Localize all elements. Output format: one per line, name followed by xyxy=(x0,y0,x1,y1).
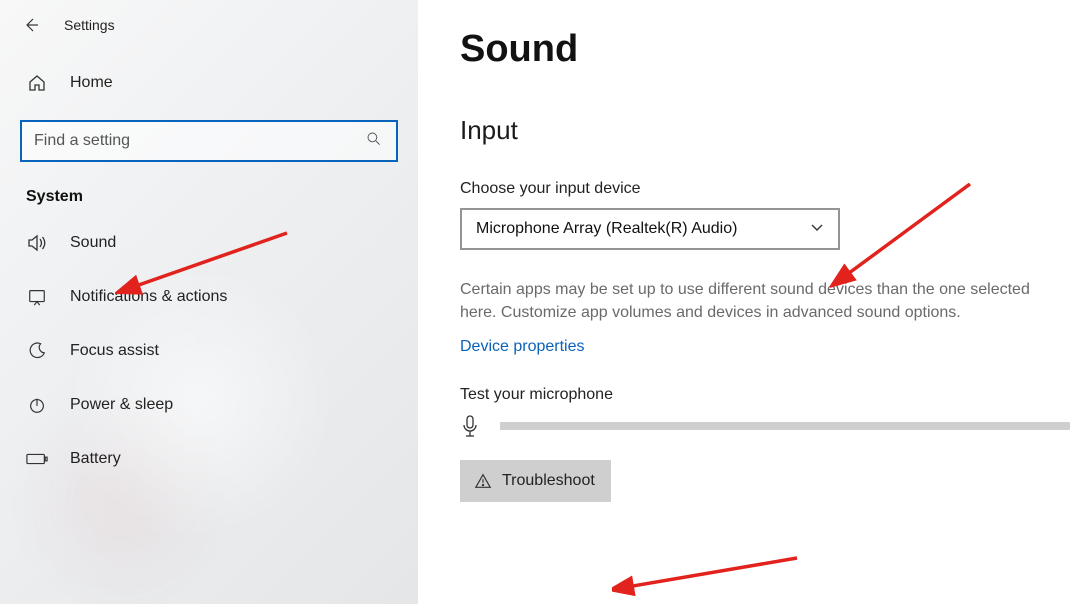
sidebar-item-focus-assist[interactable]: Focus assist xyxy=(0,324,418,378)
battery-icon xyxy=(26,448,48,470)
mic-test-row xyxy=(460,414,1080,438)
sound-icon xyxy=(26,232,48,254)
sidebar-search[interactable] xyxy=(20,120,398,162)
home-icon xyxy=(26,72,48,94)
section-header-input: Input xyxy=(460,115,1080,146)
page-title: Sound xyxy=(460,28,1080,71)
power-icon xyxy=(26,394,48,416)
test-mic-label: Test your microphone xyxy=(460,386,1080,404)
notifications-icon xyxy=(26,286,48,308)
chevron-down-icon xyxy=(810,220,824,239)
back-icon[interactable] xyxy=(22,16,40,34)
input-device-label: Choose your input device xyxy=(460,180,1080,198)
device-properties-link[interactable]: Device properties xyxy=(460,338,585,356)
search-icon xyxy=(366,131,386,151)
sidebar-category: System xyxy=(0,184,418,216)
app-header: Settings xyxy=(0,10,418,58)
help-text: Certain apps may be set up to use differ… xyxy=(460,278,1060,324)
troubleshoot-label: Troubleshoot xyxy=(502,472,595,490)
sidebar-item-power-sleep[interactable]: Power & sleep xyxy=(0,378,418,432)
troubleshoot-button[interactable]: Troubleshoot xyxy=(460,460,611,502)
sidebar-item-label: Battery xyxy=(70,450,121,468)
focus-assist-icon xyxy=(26,340,48,362)
warning-icon xyxy=(474,472,492,490)
microphone-icon xyxy=(460,414,484,438)
sidebar-home[interactable]: Home xyxy=(0,58,418,108)
sidebar-item-label: Sound xyxy=(70,234,116,252)
sidebar-item-label: Focus assist xyxy=(70,342,159,360)
search-input[interactable] xyxy=(22,132,366,150)
sidebar-item-label: Power & sleep xyxy=(70,396,173,414)
input-device-value: Microphone Array (Realtek(R) Audio) xyxy=(476,220,737,238)
sidebar-item-label: Notifications & actions xyxy=(70,288,227,306)
sidebar-item-battery[interactable]: Battery xyxy=(0,432,418,486)
main-panel: Sound Input Choose your input device Mic… xyxy=(418,0,1080,604)
sidebar: Settings Home System Sound xyxy=(0,0,418,604)
input-device-dropdown[interactable]: Microphone Array (Realtek(R) Audio) xyxy=(460,208,840,250)
mic-level-bar xyxy=(500,422,1070,430)
sidebar-item-sound[interactable]: Sound xyxy=(0,216,418,270)
app-title: Settings xyxy=(64,17,115,33)
sidebar-item-notifications[interactable]: Notifications & actions xyxy=(0,270,418,324)
sidebar-home-label: Home xyxy=(70,74,113,92)
